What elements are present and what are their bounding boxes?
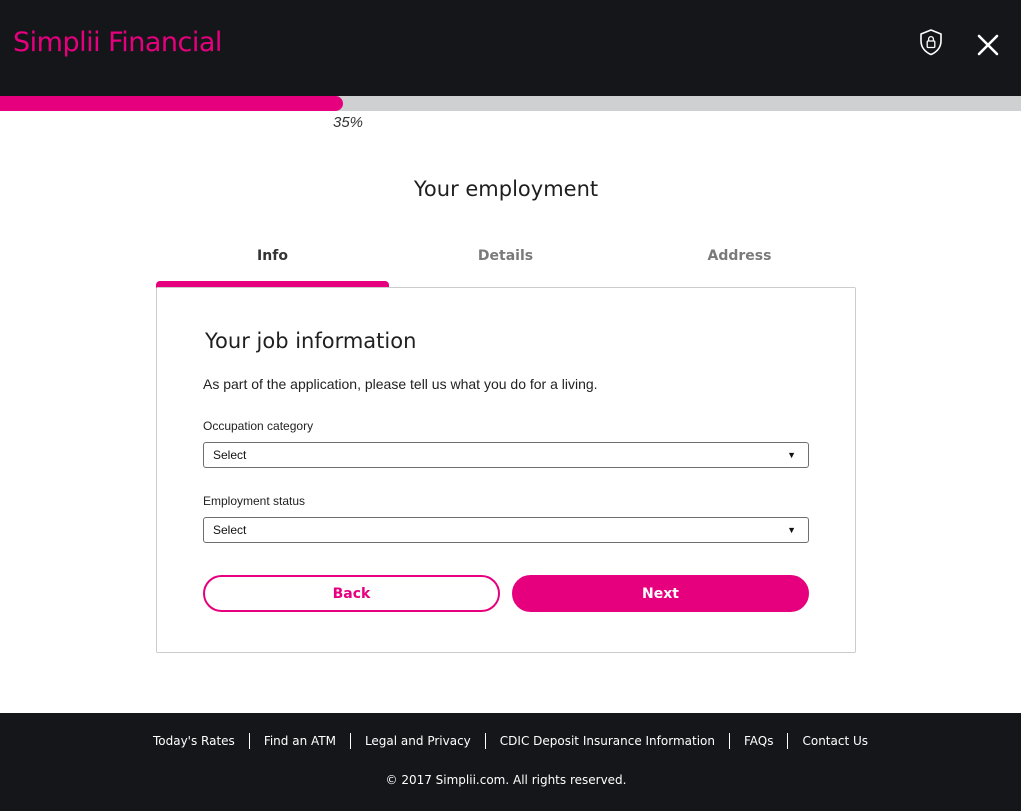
card-description: As part of the application, please tell … — [203, 376, 598, 392]
site-footer: Today's Rates Find an ATM Legal and Priv… — [0, 713, 1021, 811]
progress-percent-label: 35% — [333, 114, 364, 131]
app-header: Simplii Financial — [0, 0, 1021, 96]
caret-down-icon: ▼ — [787, 450, 796, 460]
employment-status-label: Employment status — [203, 494, 306, 508]
close-icon[interactable] — [975, 32, 1001, 58]
progress-bar — [0, 96, 1021, 111]
caret-down-icon: ▼ — [787, 525, 796, 535]
next-button[interactable]: Next — [512, 575, 809, 612]
tab-info-label: Info — [257, 248, 288, 264]
footer-links: Today's Rates Find an ATM Legal and Priv… — [0, 733, 1021, 749]
simplii-financial-logo[interactable]: Simplii Financial — [13, 27, 222, 58]
footer-link-find-atm[interactable]: Find an ATM — [250, 733, 351, 749]
page-title: Your employment — [413, 177, 599, 201]
employment-status-select[interactable]: Select ▼ — [203, 517, 809, 543]
progress-bar-fill — [0, 96, 344, 111]
employment-status-value: Select — [213, 523, 247, 537]
footer-link-legal-privacy[interactable]: Legal and Privacy — [351, 733, 486, 749]
footer-link-faqs[interactable]: FAQs — [730, 733, 789, 749]
shield-lock-icon — [918, 28, 944, 56]
footer-link-todays-rates[interactable]: Today's Rates — [139, 733, 250, 749]
tab-details[interactable]: Details — [389, 240, 622, 288]
copyright-text: © 2017 Simplii.com. All rights reserved. — [385, 773, 627, 787]
tab-details-label: Details — [477, 248, 534, 264]
footer-link-cdic[interactable]: CDIC Deposit Insurance Information — [486, 733, 730, 749]
footer-link-contact-us[interactable]: Contact Us — [788, 733, 882, 749]
occupation-category-select[interactable]: Select ▼ — [203, 442, 809, 468]
step-tabs: Info Details Address — [156, 240, 856, 288]
tab-address[interactable]: Address — [623, 240, 856, 288]
occupation-category-value: Select — [213, 448, 247, 462]
card-title: Your job information — [205, 329, 417, 353]
back-button[interactable]: Back — [203, 575, 500, 612]
job-info-card: Your job information As part of the appl… — [156, 287, 856, 653]
tab-info[interactable]: Info — [156, 240, 389, 288]
tab-address-label: Address — [707, 248, 772, 264]
occupation-category-label: Occupation category — [203, 419, 314, 433]
